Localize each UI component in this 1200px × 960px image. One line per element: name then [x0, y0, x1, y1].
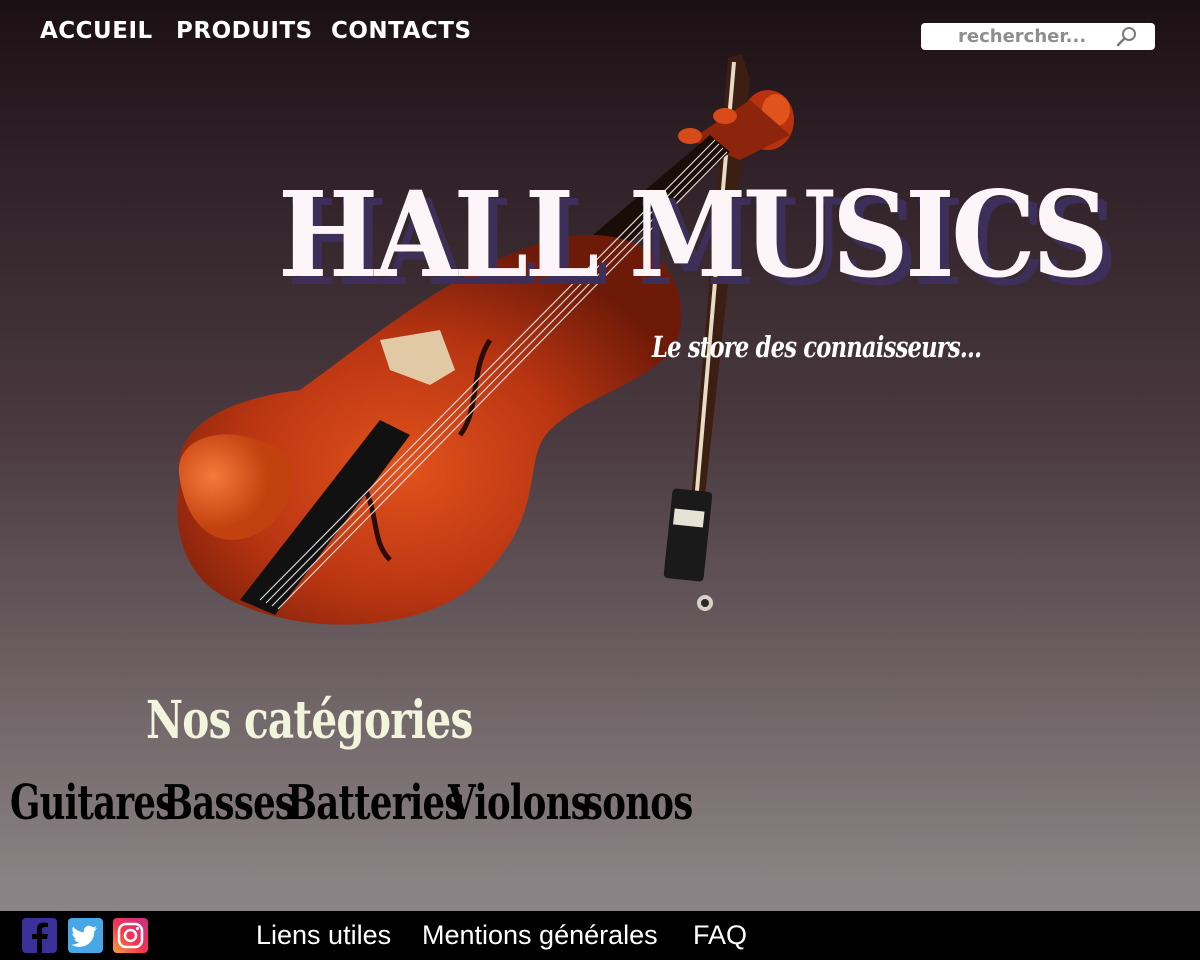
category-guitares[interactable]: Guitares: [10, 775, 175, 831]
facebook-icon[interactable]: [22, 918, 57, 953]
footer-link-faq[interactable]: FAQ: [693, 920, 747, 951]
site-title: HALL MUSICS: [278, 165, 1109, 304]
category-sonos[interactable]: sonos: [583, 775, 693, 831]
categories-list: Guitares Basses Batteries Violons sonos: [10, 775, 710, 835]
footer-link-liens-utiles[interactable]: Liens utiles: [256, 920, 391, 951]
footer: Liens utiles Mentions générales FAQ: [0, 911, 1200, 960]
search-box: [921, 23, 1155, 50]
category-basses[interactable]: Basses: [163, 775, 295, 831]
nav-accueil[interactable]: ACCUEIL: [40, 18, 153, 44]
twitter-icon[interactable]: [68, 918, 103, 953]
search-icon[interactable]: [1115, 25, 1139, 49]
categories-title: Nos catégories: [146, 690, 473, 751]
category-violons[interactable]: Violons: [448, 775, 591, 831]
search-input[interactable]: [921, 23, 1111, 50]
instagram-icon[interactable]: [113, 918, 148, 953]
footer-link-mentions-generales[interactable]: Mentions générales: [422, 920, 658, 951]
site-tagline: Le store des connaisseurs...: [652, 330, 982, 364]
category-batteries[interactable]: Batteries: [287, 775, 464, 831]
